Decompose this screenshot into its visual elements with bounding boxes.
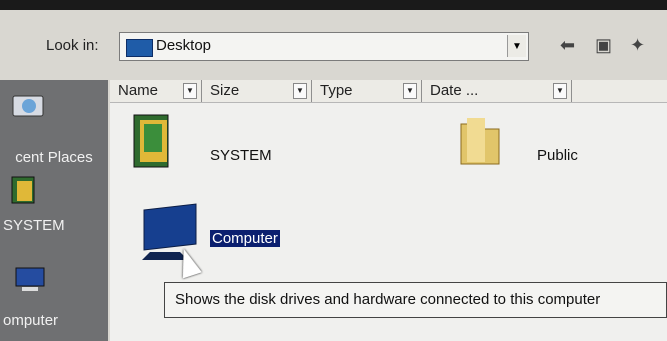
sort-icon[interactable]: ▼ [553, 83, 567, 99]
recent-places-icon [12, 95, 44, 117]
sort-icon[interactable]: ▼ [293, 83, 307, 99]
sidebar-item-label: SYSTEM [3, 217, 65, 234]
file-name-public[interactable]: Public [537, 147, 578, 164]
system-folder-icon [133, 114, 169, 168]
tooltip: Shows the disk drives and hardware conne… [164, 282, 667, 318]
places-sidebar: cent Places SYSTEM omputer [0, 80, 108, 341]
column-header: Name ▼ Size ▼ Type ▼ Date ... ▼ [110, 80, 667, 103]
computer-icon [142, 203, 197, 260]
sort-icon[interactable]: ▼ [403, 83, 417, 99]
chevron-down-icon[interactable]: ▼ [507, 35, 526, 57]
file-name-computer[interactable]: Computer [210, 230, 280, 247]
sidebar-item-label: omputer [3, 312, 59, 329]
column-date-label: Date ... [430, 82, 479, 99]
system-folder-icon [11, 176, 35, 204]
look-in-dropdown[interactable]: Desktop ▼ [119, 32, 529, 61]
file-open-dialog: Look in: Desktop ▼ ⬅ ▣ ✦ cent Places SYS… [0, 10, 667, 341]
folder-up-icon[interactable]: ▣ [595, 35, 612, 56]
selected-file-label: Computer [210, 230, 280, 247]
look-in-label: Look in: [46, 37, 99, 54]
look-in-value: Desktop [156, 37, 212, 54]
column-size-label: Size [210, 82, 240, 99]
column-name-label: Name [118, 82, 159, 99]
desktop-icon [126, 39, 153, 57]
column-type-label: Type [320, 82, 353, 99]
new-folder-icon[interactable]: ✦ [630, 35, 645, 56]
column-name[interactable]: Name ▼ [110, 80, 202, 102]
left-arrow-icon[interactable]: ⬅ [560, 35, 575, 56]
sort-icon[interactable]: ▼ [183, 83, 197, 99]
sidebar-item-label: cent Places [15, 149, 93, 166]
computer-icon [15, 267, 45, 291]
column-type[interactable]: Type ▼ [312, 80, 422, 102]
folder-icon [460, 118, 500, 165]
file-name-system[interactable]: SYSTEM [210, 147, 272, 164]
column-date[interactable]: Date ... ▼ [422, 80, 572, 102]
column-size[interactable]: Size ▼ [202, 80, 312, 102]
